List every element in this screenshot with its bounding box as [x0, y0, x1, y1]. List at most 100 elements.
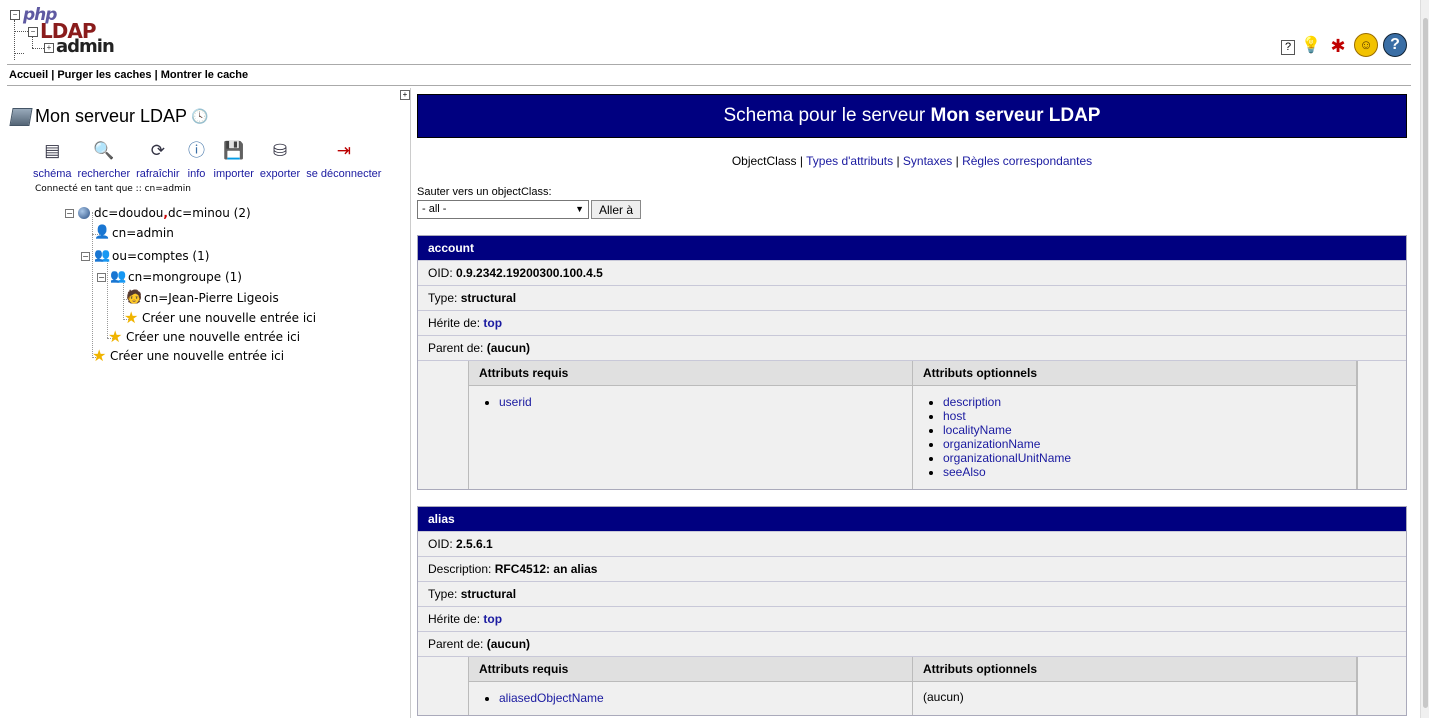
create-entry-link[interactable]: ★ Créer une nouvelle entrée ici — [108, 327, 301, 346]
list-item: seeAlso — [943, 465, 1356, 479]
group-icon: 👥 — [110, 269, 127, 284]
tool-import[interactable]: 💾 importer — [214, 140, 254, 180]
title-prefix: Schema pour le serveur — [723, 105, 926, 126]
description-row: Description: RFC4512: an alias — [418, 556, 1406, 581]
expand-panel-button[interactable]: + — [400, 90, 410, 100]
logged-in-user: cn=admin — [144, 184, 192, 194]
tree-node-label: ou=comptes (1) — [112, 249, 210, 263]
title-server: Mon serveur LDAP — [930, 105, 1101, 126]
row-value: (aucun) — [486, 341, 531, 355]
inherits-link[interactable]: top — [483, 612, 502, 626]
page-scrollbar[interactable] — [1420, 0, 1429, 718]
row-label: Parent de: — [428, 341, 484, 355]
tree-node-comptes[interactable]: − 👥 ou=comptes (1) — [81, 249, 209, 263]
oid-row: OID: 2.5.6.1 — [418, 531, 1406, 556]
tool-info[interactable]: ⓘ info — [186, 140, 208, 180]
tree-node-person[interactable]: 🧑 cn=Jean-Pierre Ligeois — [126, 291, 279, 306]
phpldapadmin-logo[interactable]: − − + php LDAP admin — [10, 5, 130, 60]
column-header: Attributs optionnels — [913, 657, 1356, 682]
column-header: Attributs requis — [469, 657, 912, 682]
schema-icon: ▤ — [44, 141, 61, 160]
logo-minus-box: − — [28, 27, 38, 37]
nav-divider — [7, 85, 1411, 86]
nav-purge-cache-link[interactable]: Purger les caches — [57, 69, 151, 81]
tree-line — [107, 254, 108, 338]
go-button[interactable]: Aller à — [591, 200, 642, 219]
logo-line — [14, 53, 24, 54]
column-header: Attributs requis — [469, 361, 912, 386]
tab-matching-rules[interactable]: Règles correspondantes — [962, 154, 1092, 168]
row-value: 0.9.2342.19200300.100.4.5 — [456, 266, 603, 280]
bug-icon[interactable]: ✱ — [1327, 35, 1349, 57]
create-entry-label: Créer une nouvelle entrée ici — [126, 330, 301, 344]
attribute-link[interactable]: organizationalUnitName — [943, 451, 1071, 465]
tool-schema[interactable]: ▤ schéma — [33, 140, 72, 180]
row-label: OID: — [428, 537, 453, 551]
tab-syntaxes[interactable]: Syntaxes — [903, 154, 952, 168]
header-divider — [7, 64, 1411, 65]
list-item: aliasedObjectName — [499, 691, 912, 705]
server-icon — [9, 107, 33, 126]
tool-search[interactable]: 🔍 rechercher — [78, 140, 131, 180]
tool-export[interactable]: ⛁ exporter — [260, 140, 300, 180]
inherits-link[interactable]: top — [483, 316, 502, 330]
logo-plus-box: + — [44, 43, 54, 53]
logo-admin: admin — [56, 36, 115, 57]
collapse-icon[interactable]: − — [65, 208, 74, 218]
attribute-link[interactable]: seeAlso — [943, 465, 986, 479]
tree-node-root[interactable]: − dc=doudou,dc=minou (2) — [65, 206, 251, 220]
import-icon: 💾 — [223, 141, 245, 160]
question-icon[interactable]: ? — [1383, 33, 1407, 57]
row-value: RFC4512: an alias — [494, 562, 598, 576]
clock-icon[interactable]: 🕓 — [191, 108, 208, 125]
collapse-icon[interactable]: − — [81, 251, 90, 261]
attribute-link[interactable]: organizationName — [943, 437, 1040, 451]
top-nav: Accueil | Purger les caches | Montrer le… — [9, 69, 249, 81]
optional-none: (aucun) — [923, 690, 964, 704]
objectclass-select[interactable]: - all - ▼ — [417, 200, 589, 219]
help-icon[interactable]: ? — [1281, 40, 1295, 55]
tree-root-label: dc=doudou,dc=minou (2) — [94, 206, 251, 220]
tool-refresh[interactable]: ⟳ rafraîchir — [136, 140, 179, 180]
create-entry-label: Créer une nouvelle entrée ici — [142, 311, 317, 325]
tool-label: info — [187, 168, 206, 180]
create-entry-link[interactable]: ★ Créer une nouvelle entrée ici — [92, 346, 284, 365]
tree-node-mongroupe[interactable]: − 👥 cn=mongroupe (1) — [97, 270, 242, 284]
nav-home-link[interactable]: Accueil — [9, 69, 48, 81]
smile-icon[interactable]: ☺ — [1354, 33, 1378, 57]
attribute-link[interactable]: host — [943, 409, 966, 423]
inherits-row: Hérite de: top — [418, 606, 1406, 631]
nav-show-cache-link[interactable]: Montrer le cache — [161, 69, 248, 81]
attribute-link[interactable]: userid — [499, 395, 532, 409]
table-spacer — [418, 657, 469, 715]
top-icon-bar: ? 💡 ✱ ☺ ? — [1281, 33, 1407, 57]
star-icon: ★ — [108, 327, 123, 346]
logo-minus-box: − — [10, 10, 20, 20]
page-title: Schema pour le serveur Mon serveur LDAP — [417, 94, 1407, 138]
attribute-link[interactable]: aliasedObjectName — [499, 691, 604, 705]
dropdown-arrow-icon: ▼ — [575, 204, 584, 214]
star-icon: ★ — [92, 346, 107, 365]
bulb-icon[interactable]: 💡 — [1300, 35, 1322, 57]
row-value: structural — [460, 587, 517, 601]
tool-label: exporter — [259, 168, 301, 180]
tool-label: rafraîchir — [136, 168, 180, 180]
attribute-link[interactable]: description — [943, 395, 1001, 409]
tab-separator: | — [955, 154, 959, 168]
optional-attributes: Attributs optionnels description host lo… — [913, 361, 1357, 489]
table-spacer — [1357, 361, 1406, 489]
row-label: Hérite de: — [428, 316, 481, 330]
create-entry-link[interactable]: ★ Créer une nouvelle entrée ici — [124, 310, 317, 326]
tool-logout[interactable]: ⇥ se déconnecter — [306, 140, 381, 180]
tab-attribute-types[interactable]: Types d'attributs — [806, 154, 893, 168]
collapse-icon[interactable]: − — [97, 272, 106, 282]
attribute-link[interactable]: localityName — [943, 423, 1012, 437]
required-attributes: Attributs requis userid — [469, 361, 913, 489]
required-attributes: Attributs requis aliasedObjectName — [469, 657, 913, 715]
row-value: (aucun) — [486, 637, 531, 651]
objectclass-block: account OID: 0.9.2342.19200300.100.4.5 T… — [417, 235, 1407, 490]
row-label: Parent de: — [428, 637, 484, 651]
tree-node-admin[interactable]: 👤 cn=admin — [94, 226, 174, 241]
scrollbar-thumb[interactable] — [1423, 18, 1428, 708]
tab-separator: | — [799, 154, 803, 168]
